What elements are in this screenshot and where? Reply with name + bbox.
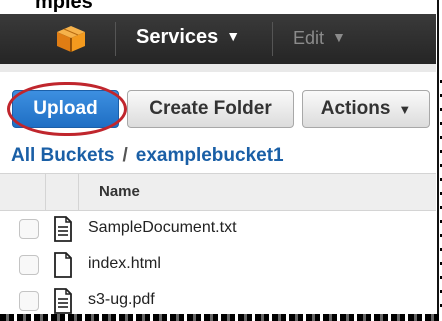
breadcrumb-current[interactable]: examplebucket1	[136, 145, 284, 166]
header-text-fragment: mples	[35, 0, 93, 13]
create-folder-label: Create Folder	[149, 98, 272, 119]
chevron-down-icon: ▼	[332, 29, 346, 45]
toolbar-top-border	[0, 64, 436, 72]
file-name[interactable]: SampleDocument.txt	[88, 219, 237, 237]
services-label: Services	[136, 26, 219, 48]
aws-cube-icon[interactable]	[55, 24, 87, 54]
column-divider	[45, 174, 46, 210]
upload-highlight-oval	[7, 82, 127, 136]
file-name[interactable]: index.html	[88, 255, 161, 273]
column-divider	[78, 174, 79, 210]
text-file-icon	[54, 216, 72, 242]
chevron-down-icon: ▼	[226, 28, 241, 44]
row-checkbox[interactable]	[19, 291, 39, 311]
actions-button[interactable]: Actions ▼	[302, 90, 430, 128]
create-folder-button[interactable]: Create Folder	[127, 90, 294, 128]
blank-file-icon	[54, 252, 72, 278]
services-menu[interactable]: Services ▼	[136, 26, 240, 49]
breadcrumb-separator: /	[122, 145, 128, 166]
file-name[interactable]: s3-ug.pdf	[88, 291, 155, 309]
table-row[interactable]: SampleDocument.txt	[0, 211, 436, 247]
actions-label: Actions	[320, 98, 391, 119]
name-column-header[interactable]: Name	[99, 183, 140, 200]
table-row[interactable]: index.html	[0, 247, 436, 283]
top-navbar: Services ▼ Edit ▼	[0, 14, 436, 64]
top-strip: mples	[0, 0, 442, 14]
nav-divider	[115, 22, 116, 56]
torn-bottom-edge	[0, 314, 442, 321]
breadcrumb-root-link[interactable]: All Buckets	[11, 145, 114, 166]
row-checkbox[interactable]	[19, 255, 39, 275]
chevron-down-icon: ▼	[398, 101, 412, 117]
text-file-icon	[54, 288, 72, 314]
table-header: Name	[0, 173, 436, 211]
edit-label: Edit	[293, 28, 325, 48]
edit-menu[interactable]: Edit ▼	[293, 28, 346, 49]
screenshot-border	[437, 0, 439, 321]
object-table: Name SampleDocument.txt index.html s3-ug…	[0, 173, 436, 319]
row-checkbox[interactable]	[19, 219, 39, 239]
breadcrumb: All Buckets / examplebucket1	[11, 145, 284, 167]
nav-divider	[272, 22, 273, 56]
